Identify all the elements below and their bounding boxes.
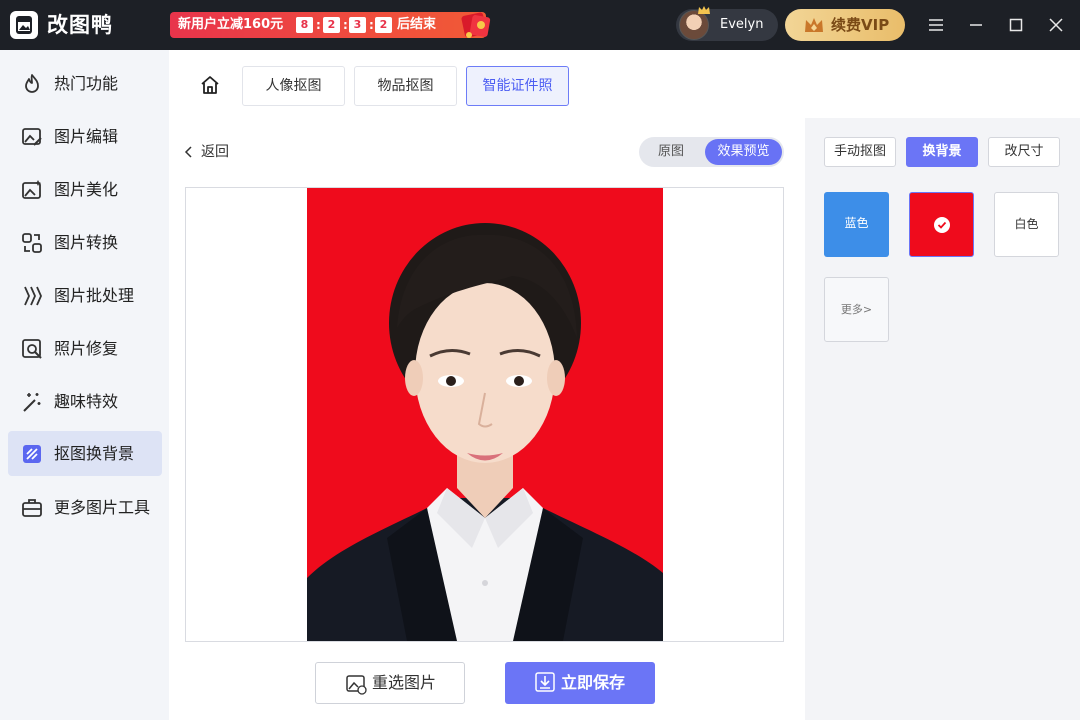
color-swatch-white[interactable]: 白色 xyxy=(994,192,1059,257)
sidebar-item-label: 照片修复 xyxy=(54,339,119,358)
sidebar-item-label: 抠图换背景 xyxy=(54,444,135,463)
options-panel: 手动抠图 换背景 改尺寸 蓝色 白色 更多> xyxy=(805,118,1080,720)
sidebar-item-batch[interactable]: 图片批处理 xyxy=(8,273,162,318)
sidebar-item-label: 趣味特效 xyxy=(54,392,119,411)
convert-icon xyxy=(22,233,42,253)
manual-cutout-button[interactable]: 手动抠图 xyxy=(824,137,896,167)
tool-tabs: 人像抠图 物品抠图 智能证件照 xyxy=(169,50,1080,118)
home-icon[interactable] xyxy=(199,74,221,96)
tab-portrait-cutout[interactable]: 人像抠图 xyxy=(242,66,345,106)
sidebar-item-image-edit[interactable]: 图片编辑 xyxy=(8,114,162,159)
promo-end-text: 后结束 xyxy=(397,17,437,32)
crown-icon xyxy=(805,18,823,32)
sidebar-item-hot[interactable]: 热门功能 xyxy=(8,61,162,106)
photo-repair-icon xyxy=(22,339,42,359)
sidebar-item-label: 图片转换 xyxy=(54,233,119,252)
image-canvas xyxy=(185,187,784,642)
sidebar-item-effects[interactable]: 趣味特效 xyxy=(8,379,162,424)
toolbox-icon xyxy=(22,499,42,517)
reselect-label: 重选图片 xyxy=(372,673,437,692)
image-beautify-icon xyxy=(22,180,41,199)
swatch-label: 蓝色 xyxy=(844,216,869,230)
swatch-label: 白色 xyxy=(1014,217,1039,231)
chevron-left-icon xyxy=(184,146,192,158)
countdown-digit: 3 xyxy=(349,17,366,33)
sidebar-item-label: 更多图片工具 xyxy=(54,498,151,517)
username: Evelyn xyxy=(720,17,764,32)
vip-label: 续费VIP xyxy=(831,16,890,34)
sidebar-item-label: 图片美化 xyxy=(54,180,119,199)
more-colors-label: 更多> xyxy=(840,303,873,316)
tab-object-cutout[interactable]: 物品抠图 xyxy=(354,66,457,106)
sidebar: 热门功能 图片编辑 图片美化 图片转换 图片批处理 照片修复 趣味特效 抠图换背… xyxy=(0,50,169,720)
countdown-digit: 8 xyxy=(296,17,313,33)
app-name: 改图鸭 xyxy=(47,13,113,37)
sidebar-item-label: 热门功能 xyxy=(54,74,119,93)
batch-icon xyxy=(24,286,42,306)
title-bar: 改图鸭 新用户立减160元 0 8 : 2 : 3 : 2 后结束 Evelyn… xyxy=(0,0,1080,50)
maximize-icon[interactable] xyxy=(1006,15,1026,35)
renew-vip-button[interactable]: 续费VIP xyxy=(785,9,905,41)
sidebar-item-convert[interactable]: 图片转换 xyxy=(8,220,162,265)
more-colors-button[interactable]: 更多> xyxy=(824,277,889,342)
image-replace-icon xyxy=(346,675,367,695)
download-icon xyxy=(535,672,555,692)
portrait-image xyxy=(307,223,663,641)
color-swatch-blue[interactable]: 蓝色 xyxy=(824,192,889,257)
menu-icon[interactable] xyxy=(926,15,946,35)
id-photo-preview xyxy=(307,188,663,641)
sidebar-item-repair[interactable]: 照片修复 xyxy=(8,326,162,371)
countdown-digit: 2 xyxy=(375,17,392,33)
sidebar-item-cutout[interactable]: 抠图换背景 xyxy=(8,431,162,476)
tab-id-photo[interactable]: 智能证件照 xyxy=(466,66,569,106)
save-label: 立即保存 xyxy=(561,673,626,692)
user-account-button[interactable]: Evelyn xyxy=(676,6,778,41)
image-edit-icon xyxy=(22,128,42,146)
app-logo-icon xyxy=(10,11,38,39)
promo-banner[interactable]: 新用户立减160元 0 8 : 2 : 3 : 2 后结束 xyxy=(170,12,491,38)
reselect-image-button[interactable]: 重选图片 xyxy=(315,662,465,704)
sidebar-item-more-tools[interactable]: 更多图片工具 xyxy=(8,485,162,530)
cutout-icon xyxy=(23,445,41,463)
close-icon[interactable] xyxy=(1046,15,1066,35)
minimize-icon[interactable] xyxy=(966,15,986,35)
change-background-button[interactable]: 换背景 xyxy=(906,137,978,167)
red-envelope-icon xyxy=(461,12,491,38)
toggle-original[interactable]: 原图 xyxy=(639,137,703,167)
promo-text: 新用户立减160元 xyxy=(178,17,284,32)
check-icon xyxy=(934,217,950,233)
back-label: 返回 xyxy=(201,144,229,160)
fire-icon xyxy=(25,74,39,93)
preview-toggle: 原图 效果预览 xyxy=(639,137,784,167)
workspace: 返回 原图 效果预览 重选图片 立即保存 xyxy=(169,118,805,720)
save-now-button[interactable]: 立即保存 xyxy=(505,662,655,704)
crown-icon xyxy=(698,6,710,14)
resize-button[interactable]: 改尺寸 xyxy=(988,137,1060,167)
color-swatch-red[interactable] xyxy=(909,192,974,257)
sidebar-item-label: 图片编辑 xyxy=(54,127,119,146)
magic-wand-icon xyxy=(23,393,41,412)
sidebar-item-label: 图片批处理 xyxy=(54,286,135,305)
sidebar-item-beautify[interactable]: 图片美化 xyxy=(8,167,162,212)
toggle-effect-preview[interactable]: 效果预览 xyxy=(705,139,782,165)
countdown-digit: 2 xyxy=(323,17,340,33)
